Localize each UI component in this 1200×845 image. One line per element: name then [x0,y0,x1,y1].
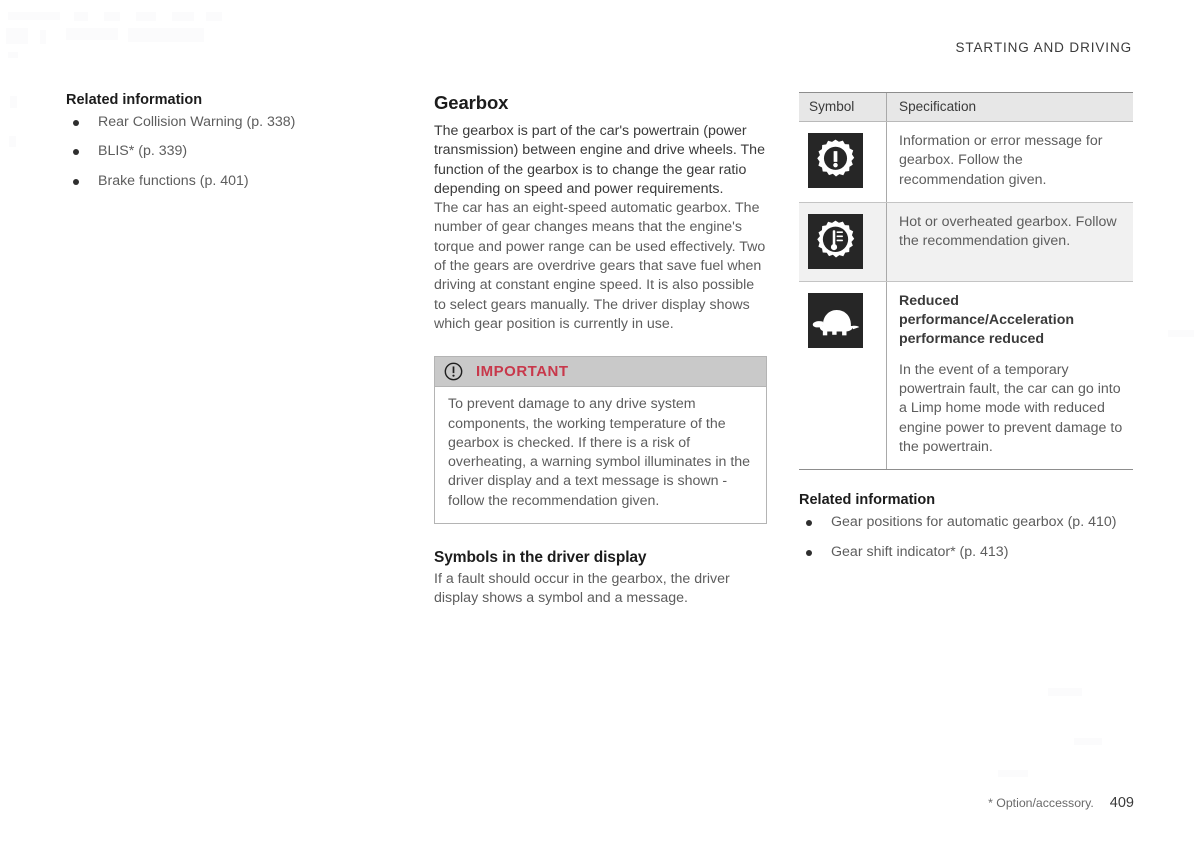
important-callout: IMPORTANT To prevent damage to any drive… [434,356,767,525]
exclamation-circle-icon [444,362,463,381]
list-item[interactable]: Brake functions (p. 401) [66,172,396,191]
turtle-icon [808,292,863,348]
scan-artifact [74,12,88,21]
table-row: Information or error message for gearbox… [799,121,1133,203]
symbols-subsection-text: If a fault should occur in the gearbox, … [434,571,730,607]
column-header-specification: Specification [886,92,1133,122]
symbols-subsection: Symbols in the driver display If a fault… [434,549,767,609]
list-item[interactable]: Gear positions for automatic gearbox (p.… [799,513,1133,532]
left-related-information-title: Related information [66,92,203,108]
left-related-links-list: Rear Collision Warning (p. 338) BLIS* (p… [66,113,396,191]
page-footer: * Option/accessory. 409 [988,795,1134,811]
scan-artifact [6,28,28,44]
list-item[interactable]: BLIS* (p. 339) [66,142,396,161]
scan-artifact [8,12,60,20]
symbols-table-body: Information or error message for gearbox… [799,121,1133,471]
specification-text: Hot or overheated gearbox. Follow the re… [899,213,1117,250]
column-header-symbol: Symbol [799,92,887,122]
important-callout-body: To prevent damage to any drive system co… [435,387,766,523]
scan-artifact [206,12,222,21]
scan-artifact [8,52,18,58]
related-link-label: Rear Collision Warning (p. 338) [98,114,296,130]
scan-artifact [136,12,156,21]
right-column: Symbol Specification Information or erro… [799,92,1133,572]
page-number: 409 [1109,795,1134,811]
gear-exclamation-icon [808,133,863,188]
related-link-label: Brake functions (p. 401) [98,172,249,189]
symbol-cell [799,202,887,282]
specification-cell: Reduced performance/Acceleration perform… [886,281,1133,471]
scan-artifact [9,136,16,147]
specification-heading: Reduced performance/Acceleration perform… [899,292,1075,348]
table-header-row: Symbol Specification [799,92,1133,122]
gearbox-lead-paragraph: The gearbox is part of the car's powertr… [434,123,765,197]
table-row: Reduced performance/Acceleration perform… [799,281,1133,471]
important-callout-header: IMPORTANT [435,357,766,388]
list-item[interactable]: Rear Collision Warning (p. 338) [66,113,396,132]
page-title: Gearbox [434,92,509,113]
scan-artifact [1048,688,1082,696]
gearbox-second-paragraph: The car has an eight-speed automatic gea… [434,200,766,332]
scan-artifact [40,30,46,44]
symbols-table: Symbol Specification Information or erro… [799,92,1133,471]
specification-text: Information or error message for gearbox… [899,133,1103,188]
scan-artifact [1168,330,1194,337]
specification-cell: Information or error message for gearbox… [886,121,1133,203]
important-callout-label: IMPORTANT [476,363,569,381]
symbols-table-header: Symbol Specification [799,92,1133,122]
scan-artifact [1074,738,1102,745]
symbols-subsection-title: Symbols in the driver display [434,549,647,567]
right-related-information-title: Related information [799,492,936,509]
symbol-cell [799,281,887,471]
scan-artifact [172,12,194,21]
scan-artifact [998,770,1028,777]
related-link-label: Gear shift indicator* (p. 413) [831,543,1009,560]
table-row: Hot or overheated gearbox. Follow the re… [799,202,1133,282]
related-link-label: Gear positions for automatic gearbox (p.… [831,514,1117,531]
scan-artifact [10,96,17,108]
scan-artifact [104,12,120,21]
important-callout-text: To prevent damage to any drive system co… [448,396,751,509]
right-related-links-list: Gear positions for automatic gearbox (p.… [799,513,1133,562]
running-header: STARTING AND DRIVING [955,40,1132,55]
footnote-option-accessory: * Option/accessory. [988,796,1094,810]
specification-text: In the event of a temporary powertrain f… [899,361,1123,455]
specification-cell: Hot or overheated gearbox. Follow the re… [886,202,1133,282]
middle-column: Gearbox The gearbox is part of the car's… [434,92,767,609]
symbol-cell [799,121,887,203]
gear-thermometer-icon [808,213,863,269]
right-related-information-block: Related information Gear positions for a… [799,492,1133,562]
document-page: STARTING AND DRIVING Related information… [0,0,1200,845]
list-item[interactable]: Gear shift indicator* (p. 413) [799,543,1133,562]
scan-artifact [128,28,204,42]
scan-artifact [66,28,118,40]
left-column: Related information Rear Collision Warni… [66,92,396,201]
related-link-label: BLIS* (p. 339) [98,143,188,160]
